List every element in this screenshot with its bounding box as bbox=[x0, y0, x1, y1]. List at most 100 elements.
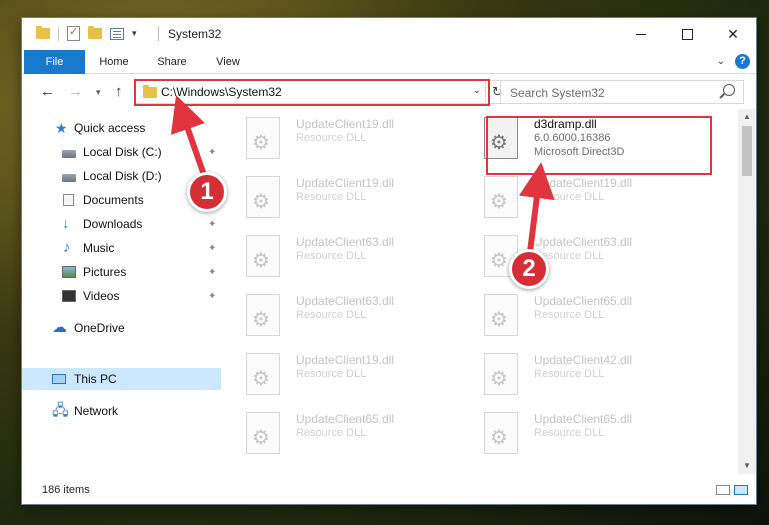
sidebar-item-label: Pictures bbox=[83, 265, 127, 279]
tab-view[interactable]: View bbox=[204, 50, 252, 74]
file-type: Resource DLL bbox=[296, 368, 367, 380]
maximize-button[interactable] bbox=[664, 18, 710, 50]
file-item-d3dramp[interactable]: d3dramp.dll 6.0.6000.16386 Microsoft Dir… bbox=[460, 111, 690, 165]
scroll-down-icon[interactable]: ▼ bbox=[738, 458, 756, 474]
sidebar-item-pictures[interactable]: Pictures ✦ bbox=[22, 261, 221, 283]
sidebar-item-label: Local Disk (C:) bbox=[83, 145, 162, 159]
file-version: 6.0.6000.16386 bbox=[534, 132, 611, 144]
navigation-bar: ← → ▾ ↑ C:\Windows\System32 ⌄ ↻ Search S… bbox=[22, 75, 756, 109]
sidebar-item-music[interactable]: ♪ Music ✦ bbox=[22, 237, 221, 259]
dll-file-icon bbox=[484, 412, 518, 454]
search-input[interactable]: Search System32 bbox=[500, 80, 744, 104]
sidebar-item-local-disk-c[interactable]: Local Disk (C:) ✦ bbox=[22, 141, 221, 163]
drive-icon bbox=[62, 173, 76, 182]
pin-icon: ✦ bbox=[208, 242, 217, 254]
dll-file-icon bbox=[246, 353, 280, 395]
ribbon-controls: ⌄ ? bbox=[717, 54, 750, 69]
videos-icon bbox=[62, 290, 76, 302]
file-type: Resource DLL bbox=[534, 368, 605, 380]
recent-locations-icon[interactable]: ▾ bbox=[96, 87, 101, 98]
music-icon: ♪ bbox=[63, 239, 71, 256]
forward-arrow-icon[interactable]: → bbox=[68, 83, 83, 100]
explorer-window: ▾ System32 ✕ File Home Share View ⌄ ? ← … bbox=[22, 18, 756, 504]
vertical-scrollbar[interactable]: ▲ ▼ bbox=[738, 109, 756, 474]
address-dropdown-icon[interactable]: ⌄ bbox=[473, 85, 481, 96]
file-list: UpdateClient19.dll Resource DLL UpdateCl… bbox=[222, 109, 738, 474]
close-button[interactable]: ✕ bbox=[710, 18, 756, 50]
file-type: Resource DLL bbox=[534, 309, 605, 321]
file-name: UpdateClient63.dll bbox=[296, 294, 395, 308]
file-description: Microsoft Direct3D bbox=[534, 146, 625, 158]
step-badge-2: 2 bbox=[509, 249, 549, 289]
details-view-icon[interactable] bbox=[716, 485, 730, 495]
back-arrow-icon[interactable]: ← bbox=[40, 83, 55, 100]
file-item[interactable]: UpdateClient19.dll Resource DLL bbox=[222, 170, 452, 224]
large-icons-view-icon[interactable] bbox=[734, 485, 748, 495]
expand-ribbon-icon[interactable]: ⌄ bbox=[717, 56, 725, 67]
window-controls: ✕ bbox=[618, 18, 756, 50]
scroll-up-icon[interactable]: ▲ bbox=[738, 109, 756, 125]
title-bar: ▾ System32 ✕ bbox=[22, 18, 756, 50]
step-badge-1: 1 bbox=[187, 172, 227, 212]
new-folder-icon[interactable] bbox=[88, 26, 102, 39]
star-icon: ★ bbox=[55, 120, 68, 136]
sidebar-item-label: This PC bbox=[74, 372, 117, 386]
search-placeholder: Search System32 bbox=[510, 86, 605, 100]
file-item[interactable]: UpdateClient42.dll Resource DLL bbox=[460, 347, 690, 401]
minimize-button[interactable] bbox=[618, 18, 664, 50]
file-item[interactable]: UpdateClient63.dll Resource DLL bbox=[222, 229, 452, 283]
dll-file-icon bbox=[484, 176, 518, 218]
address-bar[interactable]: C:\Windows\System32 ⌄ ↻ bbox=[135, 80, 510, 104]
sidebar-item-label: Music bbox=[83, 241, 115, 255]
network-icon: 🖧 bbox=[52, 402, 69, 419]
navigation-pane: ★ Quick access Local Disk (C:) ✦ Local D… bbox=[22, 109, 221, 474]
file-name: UpdateClient19.dll bbox=[534, 176, 633, 190]
title-divider bbox=[158, 27, 159, 41]
file-item[interactable]: UpdateClient19.dll Resource DLL bbox=[222, 111, 452, 165]
sidebar-item-downloads[interactable]: ↓ Downloads ✦ bbox=[22, 213, 221, 235]
tab-file[interactable]: File bbox=[24, 50, 85, 74]
properties-icon[interactable] bbox=[67, 25, 80, 41]
scroll-thumb[interactable] bbox=[742, 126, 752, 176]
sidebar-item-onedrive[interactable]: ☁ OneDrive bbox=[22, 317, 221, 339]
help-icon[interactable]: ? bbox=[735, 54, 750, 69]
file-name: UpdateClient65.dll bbox=[534, 294, 633, 308]
file-type: Resource DLL bbox=[296, 309, 367, 321]
search-icon bbox=[723, 84, 735, 96]
file-item[interactable]: UpdateClient63.dll Resource DLL bbox=[222, 288, 452, 342]
file-type: Resource DLL bbox=[296, 191, 367, 203]
dll-file-icon bbox=[246, 235, 280, 277]
quick-access-toolbar: ▾ bbox=[36, 25, 137, 41]
file-name: UpdateClient63.dll bbox=[534, 235, 633, 249]
toolbar-divider bbox=[58, 26, 59, 41]
file-item[interactable]: UpdateClient65.dll Resource DLL bbox=[222, 406, 452, 460]
cloud-icon: ☁ bbox=[52, 319, 67, 336]
address-path[interactable]: C:\Windows\System32 bbox=[161, 85, 282, 99]
dll-file-icon bbox=[484, 117, 518, 159]
tab-home[interactable]: Home bbox=[88, 50, 140, 74]
file-item[interactable]: UpdateClient19.dll Resource DLL bbox=[460, 170, 690, 224]
window-title: System32 bbox=[168, 27, 222, 41]
dll-file-icon bbox=[246, 294, 280, 336]
sidebar-item-network[interactable]: 🖧 Network bbox=[22, 400, 221, 422]
view-options-icon[interactable] bbox=[110, 27, 124, 40]
customize-toolbar-icon[interactable]: ▾ bbox=[132, 28, 137, 39]
up-arrow-icon[interactable]: ↑ bbox=[115, 83, 123, 100]
folder-icon bbox=[36, 26, 50, 39]
file-name: UpdateClient19.dll bbox=[296, 353, 395, 367]
file-item[interactable]: UpdateClient65.dll Resource DLL bbox=[460, 288, 690, 342]
drive-icon bbox=[62, 149, 76, 158]
file-name: UpdateClient19.dll bbox=[296, 117, 395, 131]
file-name: UpdateClient42.dll bbox=[534, 353, 633, 367]
dll-file-icon bbox=[246, 117, 280, 159]
dll-file-icon bbox=[246, 412, 280, 454]
tab-share[interactable]: Share bbox=[146, 50, 198, 74]
sidebar-item-videos[interactable]: Videos ✦ bbox=[22, 285, 221, 307]
sidebar-item-quick-access[interactable]: ★ Quick access bbox=[22, 117, 221, 139]
sidebar-item-label: Quick access bbox=[74, 121, 146, 135]
file-item[interactable]: UpdateClient19.dll Resource DLL bbox=[222, 347, 452, 401]
file-item[interactable]: UpdateClient65.dll Resource DLL bbox=[460, 406, 690, 460]
documents-icon bbox=[63, 194, 74, 206]
sidebar-item-this-pc[interactable]: This PC bbox=[22, 368, 221, 390]
file-item[interactable]: UpdateClient63.dll Resource DLL bbox=[460, 229, 690, 283]
